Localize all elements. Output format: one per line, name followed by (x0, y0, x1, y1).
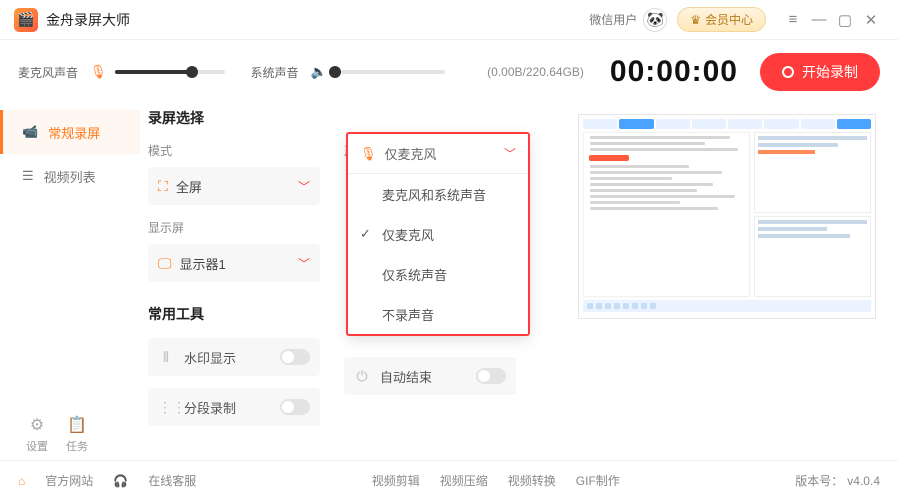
app-icon: 🎬 (14, 8, 38, 32)
chevron-down-icon: ﹀ (298, 178, 310, 195)
source-option[interactable]: 仅系统声音 (348, 254, 528, 294)
sidebar: 📹 常规录屏 ☰ 视频列表 ⚙ 设置 📋 任务 (0, 104, 140, 460)
titlebar: 🎬 金舟录屏大师 微信用户 🐼 ♛ 会员中心 ≡ — ▢ ✕ (0, 0, 898, 40)
clipboard-icon: 📋 (67, 415, 87, 435)
vip-label: 会员中心 (705, 11, 753, 28)
mic-label: 麦克风声音 (18, 64, 78, 81)
display-select[interactable]: 🖵 显示器1 ﹀ (148, 244, 320, 282)
footer: ⌂ 官方网站 🎧 在线客服 视频剪辑 视频压缩 视频转换 GIF制作 版本号： … (0, 460, 898, 500)
headset-icon: 🎧 (113, 474, 128, 488)
settings-button[interactable]: ⚙ 设置 (26, 415, 48, 454)
sys-label: 系统声音 (251, 64, 299, 81)
sidebar-item-record[interactable]: 📹 常规录屏 (0, 110, 140, 154)
footer-support[interactable]: 在线客服 (148, 472, 196, 489)
source-option[interactable]: 麦克风和系统声音 (348, 174, 528, 214)
settings-label: 设置 (26, 438, 48, 454)
sidebar-item-list[interactable]: ☰ 视频列表 (0, 154, 140, 198)
mic-icon[interactable]: 🎙 (90, 64, 107, 80)
autoend-row[interactable]: ⏻ 自动结束 (344, 357, 516, 395)
gear-icon: ⚙ (30, 415, 44, 435)
menu-icon[interactable]: ≡ (780, 7, 806, 33)
display-label: 显示屏 (148, 219, 320, 236)
user-label: 微信用户 (589, 11, 637, 28)
close-icon[interactable]: ✕ (858, 7, 884, 33)
tasks-label: 任务 (66, 438, 88, 454)
list-icon: ☰ (22, 168, 34, 184)
mode-select[interactable]: ⛶ 全屏 ﹀ (148, 167, 320, 205)
mode-label: 模式 (148, 142, 320, 159)
record-button[interactable]: 开始录制 (760, 53, 880, 91)
sidebar-item-label: 视频列表 (44, 167, 96, 186)
sys-slider[interactable] (335, 70, 445, 74)
watermark-icon: ⫴ (158, 349, 174, 366)
segment-row[interactable]: ⋮⋮ 分段录制 (148, 388, 320, 426)
footer-link[interactable]: GIF制作 (576, 472, 620, 489)
home-icon: ⌂ (18, 474, 25, 488)
version-value: v4.0.4 (847, 474, 880, 488)
record-dot-icon (782, 66, 794, 78)
tasks-button[interactable]: 📋 任务 (66, 415, 88, 454)
mode-value: 全屏 (176, 177, 202, 196)
footer-link[interactable]: 视频剪辑 (372, 472, 420, 489)
display-value: 显示器1 (180, 254, 226, 273)
app-title: 金舟录屏大师 (46, 10, 130, 30)
maximize-icon[interactable]: ▢ (832, 7, 858, 33)
storage-text: (0.00B/220.64GB) (487, 65, 584, 79)
avatar[interactable]: 🐼 (643, 8, 667, 32)
footer-links: 视频剪辑 视频压缩 视频转换 GIF制作 (372, 472, 620, 489)
tools-title: 常用工具 (148, 304, 320, 324)
autoend-toggle[interactable] (476, 368, 506, 384)
record-label: 开始录制 (802, 62, 858, 82)
vip-button[interactable]: ♛ 会员中心 (677, 7, 766, 32)
source-option[interactable]: 仅麦克风 (348, 214, 528, 254)
source-dropdown-current[interactable]: 🎙 仅麦克风 ﹀ (348, 134, 528, 174)
crop-icon: ⛶ (158, 178, 168, 195)
segment-label: 分段录制 (184, 398, 236, 417)
mic-slider[interactable] (115, 70, 225, 74)
footer-link[interactable]: 视频压缩 (440, 472, 488, 489)
segment-icon: ⋮⋮ (158, 399, 174, 416)
source-current-value: 仅麦克风 (385, 144, 437, 163)
source-option[interactable]: 不录声音 (348, 294, 528, 334)
minimize-icon[interactable]: — (806, 7, 832, 33)
camera-icon: 📹 (22, 124, 38, 140)
watermark-toggle[interactable] (280, 349, 310, 365)
mic-icon: 🎙 (360, 146, 377, 162)
version-label: 版本号： (795, 472, 843, 489)
footer-site[interactable]: 官方网站 (45, 472, 93, 489)
top-controls: 麦克风声音 🎙 系统声音 🔈 (0.00B/220.64GB) 00:00:00… (0, 40, 898, 104)
chevron-down-icon: ﹀ (504, 145, 516, 162)
timer: 00:00:00 (610, 55, 738, 89)
chevron-down-icon: ﹀ (298, 255, 310, 272)
power-icon: ⏻ (354, 368, 370, 385)
sidebar-item-label: 常规录屏 (48, 123, 100, 142)
autoend-label: 自动结束 (380, 367, 432, 386)
preview-pane (578, 104, 898, 460)
watermark-label: 水印显示 (184, 348, 236, 367)
segment-toggle[interactable] (280, 399, 310, 415)
crown-icon: ♛ (690, 13, 701, 27)
speaker-icon[interactable]: 🔈 (311, 64, 327, 80)
section-title: 录屏选择 (148, 108, 562, 128)
preview-thumbnail (578, 114, 876, 319)
main: 📹 常规录屏 ☰ 视频列表 ⚙ 设置 📋 任务 录屏选择 模式 ⛶ (0, 104, 898, 460)
content: 录屏选择 模式 ⛶ 全屏 ﹀ 显示屏 🖵 显示器1 ﹀ 常用工具 ⫴ 水印显 (140, 104, 578, 460)
watermark-row[interactable]: ⫴ 水印显示 (148, 338, 320, 376)
source-dropdown[interactable]: 🎙 仅麦克风 ﹀ 麦克风和系统声音 仅麦克风 仅系统声音 不录声音 (346, 132, 530, 336)
monitor-icon: 🖵 (158, 255, 172, 272)
footer-link[interactable]: 视频转换 (508, 472, 556, 489)
